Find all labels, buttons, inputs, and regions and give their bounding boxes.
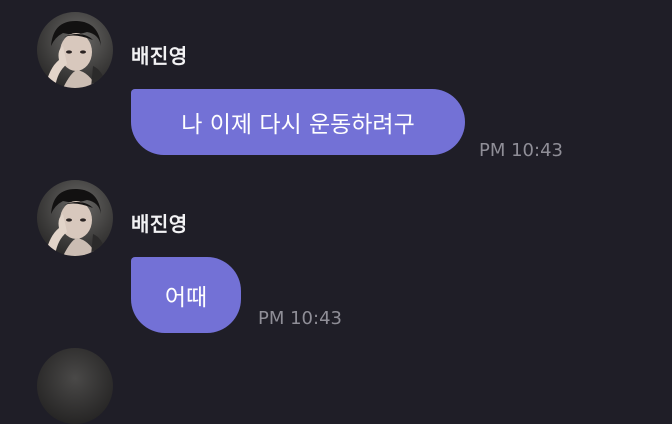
message-text: 어때 bbox=[164, 285, 208, 311]
sender-name: 배진영 bbox=[131, 212, 188, 236]
message-bubble[interactable]: 어때 bbox=[131, 257, 241, 333]
avatar[interactable] bbox=[37, 348, 113, 424]
avatar-photo-icon bbox=[45, 20, 107, 88]
avatar-photo-icon bbox=[45, 188, 107, 256]
avatar[interactable] bbox=[37, 180, 113, 256]
sender-name: 배진영 bbox=[131, 44, 188, 68]
avatar[interactable] bbox=[37, 12, 113, 88]
message-timestamp: PM 10:43 bbox=[479, 140, 563, 161]
message-timestamp: PM 10:43 bbox=[258, 308, 342, 329]
message-text: 나 이제 다시 운동하려구 bbox=[181, 112, 415, 138]
message-bubble[interactable]: 나 이제 다시 운동하려구 bbox=[131, 89, 465, 155]
